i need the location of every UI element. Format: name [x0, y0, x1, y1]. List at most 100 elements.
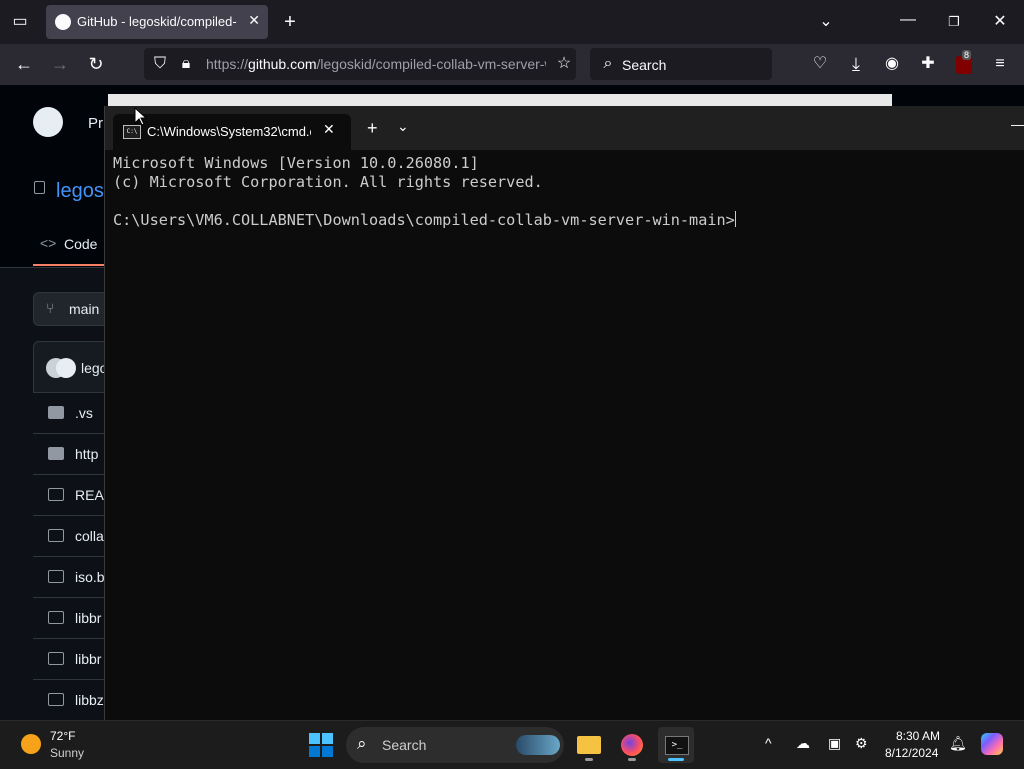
shield-icon[interactable]: ⛉: [148, 54, 172, 74]
branch-selector[interactable]: ⑂ main: [33, 292, 115, 326]
text-cursor: [734, 211, 736, 227]
mouse-pointer-icon: [134, 107, 146, 126]
restore-icon[interactable]: ❐: [942, 12, 966, 32]
terminal-window[interactable]: C:\ C:\Windows\System32\cmd.exe ✕ + ⌄ — …: [104, 106, 1024, 720]
clock-time[interactable]: 8:30 AM: [896, 729, 940, 743]
new-tab-icon[interactable]: +: [278, 12, 302, 32]
file-icon: [48, 693, 64, 706]
minimize-icon[interactable]: —: [896, 10, 920, 30]
terminal-output[interactable]: Microsoft Windows [Version 10.0.26080.1]…: [113, 154, 1013, 230]
close-tab-icon[interactable]: ✕: [248, 12, 260, 29]
reload-icon[interactable]: ↻: [84, 54, 108, 74]
file-icon: [48, 488, 64, 501]
search-icon: ⌕: [603, 55, 613, 72]
app-indicator: [628, 758, 636, 761]
back-icon[interactable]: ←: [12, 54, 36, 74]
github-logo-icon[interactable]: [33, 107, 63, 137]
close-window-icon[interactable]: ✕: [988, 12, 1012, 32]
terminal-tab-title: C:\Windows\System32\cmd.exe: [147, 124, 311, 139]
tab-code-underline: [33, 264, 113, 266]
terminal-tab[interactable]: C:\ C:\Windows\System32\cmd.exe ✕: [113, 114, 351, 150]
close-tab-icon[interactable]: ✕: [323, 121, 335, 138]
pocket-icon[interactable]: ♡: [808, 54, 832, 74]
folder-icon: [48, 406, 64, 419]
taskbar-file-explorer[interactable]: [571, 727, 607, 763]
chevron-down-icon[interactable]: ⌄: [397, 118, 409, 135]
repo-icon: [34, 181, 45, 194]
taskbar-search-label: Search: [382, 737, 427, 753]
file-name[interactable]: iso.b: [75, 569, 105, 585]
github-favicon-icon: [55, 14, 71, 30]
browser-tab-strip: ▭ GitHub - legoskid/compiled-collab-vm-s…: [0, 0, 1024, 44]
file-row[interactable]: iso.b: [33, 556, 113, 597]
weather-temp[interactable]: 72°F: [50, 729, 75, 743]
browser-search-label: Search: [622, 57, 667, 73]
network-icon[interactable]: ⚙: [855, 735, 868, 752]
terminal-titlebar[interactable]: C:\ C:\Windows\System32\cmd.exe ✕ + ⌄ —: [105, 106, 1024, 150]
file-icon: [48, 529, 64, 542]
search-icon: ⌕: [357, 734, 367, 753]
taskbar-terminal[interactable]: >_: [658, 727, 694, 763]
file-row[interactable]: libbr: [33, 638, 113, 679]
chevron-down-icon[interactable]: ⌄: [814, 12, 838, 32]
downloads-icon[interactable]: ⤓: [844, 54, 868, 74]
file-row[interactable]: http: [33, 433, 113, 474]
file-name[interactable]: colla: [75, 528, 104, 544]
bell-icon[interactable]: 🔔︎: [949, 735, 967, 752]
lock-icon[interactable]: 🔒︎: [174, 54, 198, 74]
browser-tab-github[interactable]: GitHub - legoskid/compiled-collab-vm-ser…: [46, 5, 268, 39]
onedrive-icon[interactable]: ☁: [796, 735, 810, 752]
file-row[interactable]: colla: [33, 515, 113, 556]
new-tab-icon[interactable]: +: [367, 118, 378, 139]
file-row[interactable]: libbz: [33, 679, 113, 720]
extension-badge: 8: [962, 50, 972, 60]
account-icon[interactable]: ◉: [880, 54, 904, 74]
menu-icon[interactable]: ≡: [988, 54, 1012, 74]
cmd-icon: C:\: [123, 125, 141, 139]
file-icon: [48, 652, 64, 665]
branch-icon: ⑂: [46, 300, 55, 316]
taskbar-search[interactable]: ⌕ Search: [346, 727, 564, 763]
tab-list-icon[interactable]: ▭: [8, 12, 32, 32]
code-icon: <>: [40, 235, 57, 251]
start-icon[interactable]: [309, 733, 333, 757]
repo-owner-link[interactable]: legos: [56, 180, 104, 203]
monitor-icon[interactable]: ▣: [828, 735, 841, 752]
copilot-icon[interactable]: [981, 733, 1003, 755]
file-name[interactable]: .vs: [75, 405, 93, 421]
clock-date[interactable]: 8/12/2024: [885, 746, 938, 760]
address-bar[interactable]: ⛉ 🔒︎ https://github.com/legoskid/compile…: [144, 48, 576, 80]
github-nav-product[interactable]: Pr: [88, 115, 103, 132]
chevron-up-icon[interactable]: ^: [765, 735, 772, 751]
file-icon: [48, 611, 64, 624]
url-text: https://github.com/legoskid/compiled-col…: [206, 56, 546, 72]
tab-code[interactable]: Code: [64, 236, 97, 252]
terminal-line: (c) Microsoft Corporation. All rights re…: [113, 173, 543, 191]
avatar[interactable]: [56, 358, 76, 378]
extensions-icon[interactable]: ✚: [916, 54, 940, 74]
file-name[interactable]: libbr: [75, 651, 101, 667]
branch-name: main: [69, 301, 100, 317]
weather-desc[interactable]: Sunny: [50, 746, 84, 760]
file-name[interactable]: http: [75, 446, 98, 462]
file-row[interactable]: libbr: [33, 597, 113, 638]
app-indicator: [668, 758, 684, 761]
forward-icon[interactable]: →: [48, 54, 72, 74]
file-name[interactable]: libbz: [75, 692, 104, 708]
file-name[interactable]: libbr: [75, 610, 101, 626]
minimize-icon[interactable]: —: [1011, 116, 1024, 132]
file-row[interactable]: .vs: [33, 392, 113, 433]
folder-icon: [48, 447, 64, 460]
bookmark-star-icon[interactable]: ☆: [552, 54, 576, 74]
browser-search-box[interactable]: ⌕ Search: [590, 48, 772, 80]
file-icon: [48, 570, 64, 583]
sun-icon[interactable]: [21, 734, 41, 754]
latest-commit-row: lego: [34, 342, 114, 392]
file-row[interactable]: READ: [33, 474, 114, 515]
firefox-icon: [621, 734, 643, 756]
terminal-prompt-line: C:\Users\VM6.COLLABNET\Downloads\compile…: [113, 211, 1013, 230]
terminal-icon: >_: [665, 736, 689, 755]
taskbar-firefox[interactable]: [614, 727, 650, 763]
browser-tab-title: GitHub - legoskid/compiled-collab-vm-ser…: [77, 14, 237, 29]
